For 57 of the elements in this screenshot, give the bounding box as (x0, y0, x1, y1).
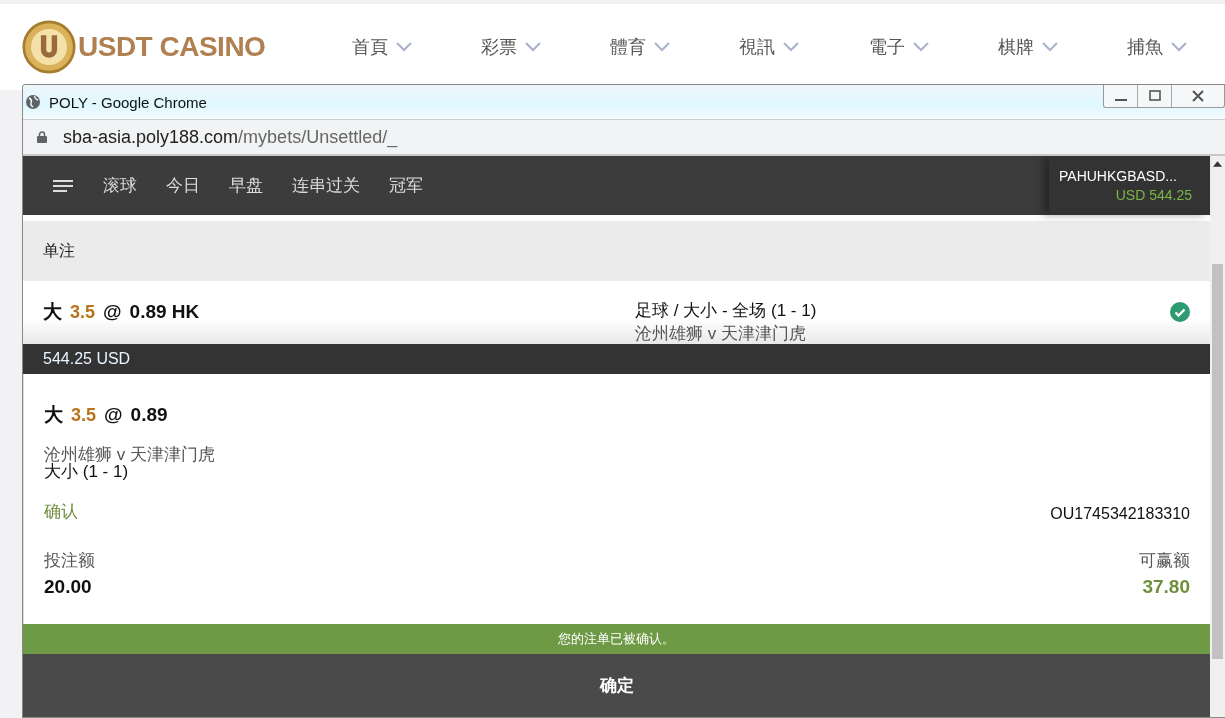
win-amount: 37.80 (1142, 575, 1190, 598)
site-nav-item[interactable]: 彩票 (481, 35, 542, 59)
account-balance: USD 544.25 (1115, 187, 1192, 203)
bet-selection: 大 (44, 403, 63, 427)
chevron-down-icon (783, 42, 800, 52)
stake-amount: 20.00 (44, 575, 93, 598)
overlay-balance: 544.25 USD (43, 350, 131, 368)
chevron-down-icon (525, 42, 542, 52)
site-nav-item[interactable]: 捕魚 (1126, 35, 1187, 59)
account-panel[interactable]: PAHUHKGBASD... USD 544.25 (1049, 156, 1210, 215)
chevron-down-icon (1170, 42, 1187, 52)
scrollbar-thumb[interactable] (1212, 264, 1223, 659)
account-name: PAHUHKGBASD... (1058, 168, 1177, 184)
confirmation-message: 您的注单已被确认。 (558, 630, 675, 648)
site-nav-item[interactable]: 電子 (868, 35, 929, 59)
scroll-up-icon[interactable] (1213, 161, 1222, 167)
minimize-icon (1114, 99, 1127, 101)
window-title: POLY - Google Chrome (49, 93, 207, 111)
maximize-icon (1146, 90, 1163, 102)
chevron-down-icon (654, 42, 671, 52)
chevron-down-icon (396, 42, 412, 52)
stake-label: 投注额 (44, 549, 95, 572)
site-nav-item[interactable]: 首頁 (352, 35, 412, 59)
chevron-down-icon (1041, 42, 1058, 52)
win-label: 可赢额 (1139, 549, 1190, 572)
sport-tab[interactable]: 连串过关 (292, 174, 360, 197)
bet-market: 大小 (1 - 1) (44, 463, 130, 482)
bet-odds: 0.89 (130, 404, 168, 426)
bet-market: 足球 / 大小 - 全场 (1 - 1) (635, 300, 818, 322)
sport-tab[interactable]: 早盘 (229, 174, 263, 197)
url-text: sba-asia.poly188.com/mybets/Unsettled/_ (63, 126, 398, 148)
site-nav-item[interactable]: 視訊 (739, 35, 800, 59)
chevron-down-icon (912, 42, 929, 52)
sport-tab[interactable]: 今日 (166, 174, 200, 197)
sport-tab[interactable]: 滚球 (103, 174, 137, 197)
bet-odds: 0.89 HK (129, 301, 200, 323)
section-title: 单注 (43, 240, 75, 261)
bet-match: 沧州雄狮 v 天津津门虎 (44, 446, 216, 463)
bet-line: 3.5 (70, 302, 96, 323)
address-bar[interactable]: sba-asia.poly188.com/mybets/Unsettled/_ (23, 119, 1225, 156)
bet-reference: OU1745342183310 (1050, 504, 1190, 523)
site-nav-item[interactable]: 體育 (610, 35, 671, 59)
close-icon (1190, 90, 1206, 102)
site-nav-item[interactable]: 棋牌 (997, 35, 1058, 59)
lock-icon (37, 131, 47, 143)
bet-selection: 大 (43, 300, 62, 324)
at-sign: @ (103, 301, 122, 323)
logo-emblem-icon (22, 20, 76, 74)
bet-line: 3.5 (71, 405, 97, 426)
bet-match: 沧州雄狮 v 天津津门虎 (635, 323, 807, 344)
menu-icon[interactable] (53, 178, 73, 193)
scrollbar[interactable] (1210, 156, 1225, 717)
sport-tab[interactable]: 冠军 (389, 174, 423, 197)
confirm-button[interactable]: 确定 (23, 654, 1210, 717)
at-sign: @ (104, 404, 123, 426)
globe-icon (25, 94, 41, 110)
bet-status: 确认 (44, 500, 78, 523)
